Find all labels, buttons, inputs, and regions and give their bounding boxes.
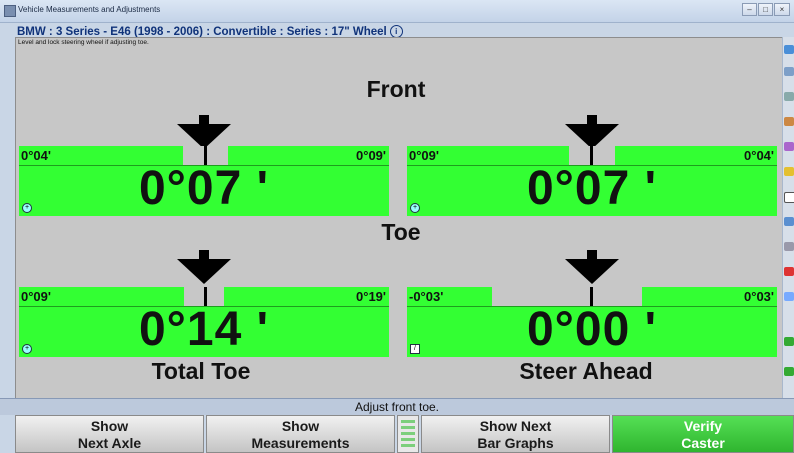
button-line: Measurements: [251, 435, 350, 451]
front-left-toe-gauge: 0°04' 0°09' 0°07 ' +: [19, 146, 389, 216]
title-bar: Vehicle Measurements and Adjustments – □…: [0, 0, 794, 23]
button-line: Caster: [681, 435, 725, 451]
toolbar-icon[interactable]: [784, 167, 794, 176]
zoom-icon[interactable]: +: [22, 344, 32, 354]
toolbar-icon[interactable]: [784, 217, 794, 226]
front-right-toe-gauge: 0°09' 0°04' 0°07 ' +: [407, 146, 777, 216]
toolbar-icon[interactable]: [784, 92, 794, 101]
arrow-down-icon: [177, 259, 231, 284]
gauge-value: 0°07 ': [526, 162, 658, 215]
toolbar-icon[interactable]: [784, 242, 794, 251]
total-toe-label: Total Toe: [151, 358, 251, 384]
show-next-axle-button[interactable]: Show Next Axle: [15, 415, 204, 453]
show-next-bar-graphs-button[interactable]: Show Next Bar Graphs: [421, 415, 610, 453]
total-toe-gauge: 0°09' 0°19' 0°14 ' +: [19, 287, 389, 357]
toolbar-icon[interactable]: [784, 337, 794, 346]
show-measurements-button[interactable]: Show Measurements: [206, 415, 395, 453]
zoom-icon[interactable]: +: [22, 203, 32, 213]
tool-icon[interactable]: /: [410, 344, 420, 354]
arrow-down-icon: [565, 259, 619, 284]
toolbar-icon[interactable]: [784, 367, 794, 376]
app-icon: [4, 5, 16, 17]
close-icon[interactable]: ×: [774, 3, 790, 16]
verify-caster-button[interactable]: Verify Caster: [612, 415, 794, 453]
zoom-icon[interactable]: +: [410, 203, 420, 213]
window-title: Vehicle Measurements and Adjustments: [18, 5, 161, 14]
toolbar-icon[interactable]: [784, 292, 794, 301]
toolbar-icon[interactable]: [784, 192, 794, 203]
instruction-text: Level and lock steering wheel if adjusti…: [18, 39, 149, 46]
steer-ahead-gauge: -0°03' 0°03' 0°00 ' /: [407, 287, 777, 357]
gauge-value: 0°14 ': [138, 303, 270, 356]
minimize-icon[interactable]: –: [742, 3, 757, 16]
toolbar-icon[interactable]: [784, 267, 794, 276]
toolbar-icon[interactable]: [784, 117, 794, 126]
toolbar-icon[interactable]: [784, 142, 794, 151]
maximize-icon[interactable]: □: [758, 3, 773, 16]
mini-bar-indicator: [397, 415, 419, 453]
toolbar-icon[interactable]: [784, 67, 794, 76]
gauge-value: 0°00 ': [526, 303, 658, 356]
button-line: Verify: [683, 418, 723, 434]
front-heading: Front: [366, 76, 426, 102]
button-line: Show: [90, 418, 129, 434]
button-line: Show Next: [479, 418, 552, 434]
button-line: Next Axle: [77, 435, 142, 451]
steer-ahead-label: Steer Ahead: [519, 358, 653, 384]
button-line: Bar Graphs: [477, 435, 554, 451]
toe-heading: Toe: [381, 219, 421, 245]
side-toolbar: [782, 37, 794, 398]
measurement-panel: Level and lock steering wheel if adjusti…: [15, 37, 783, 399]
status-bar: Adjust front toe.: [0, 398, 794, 415]
button-line: Show: [281, 418, 320, 434]
gauge-value: 0°07 ': [138, 162, 270, 215]
toolbar-icon[interactable]: [784, 45, 794, 54]
